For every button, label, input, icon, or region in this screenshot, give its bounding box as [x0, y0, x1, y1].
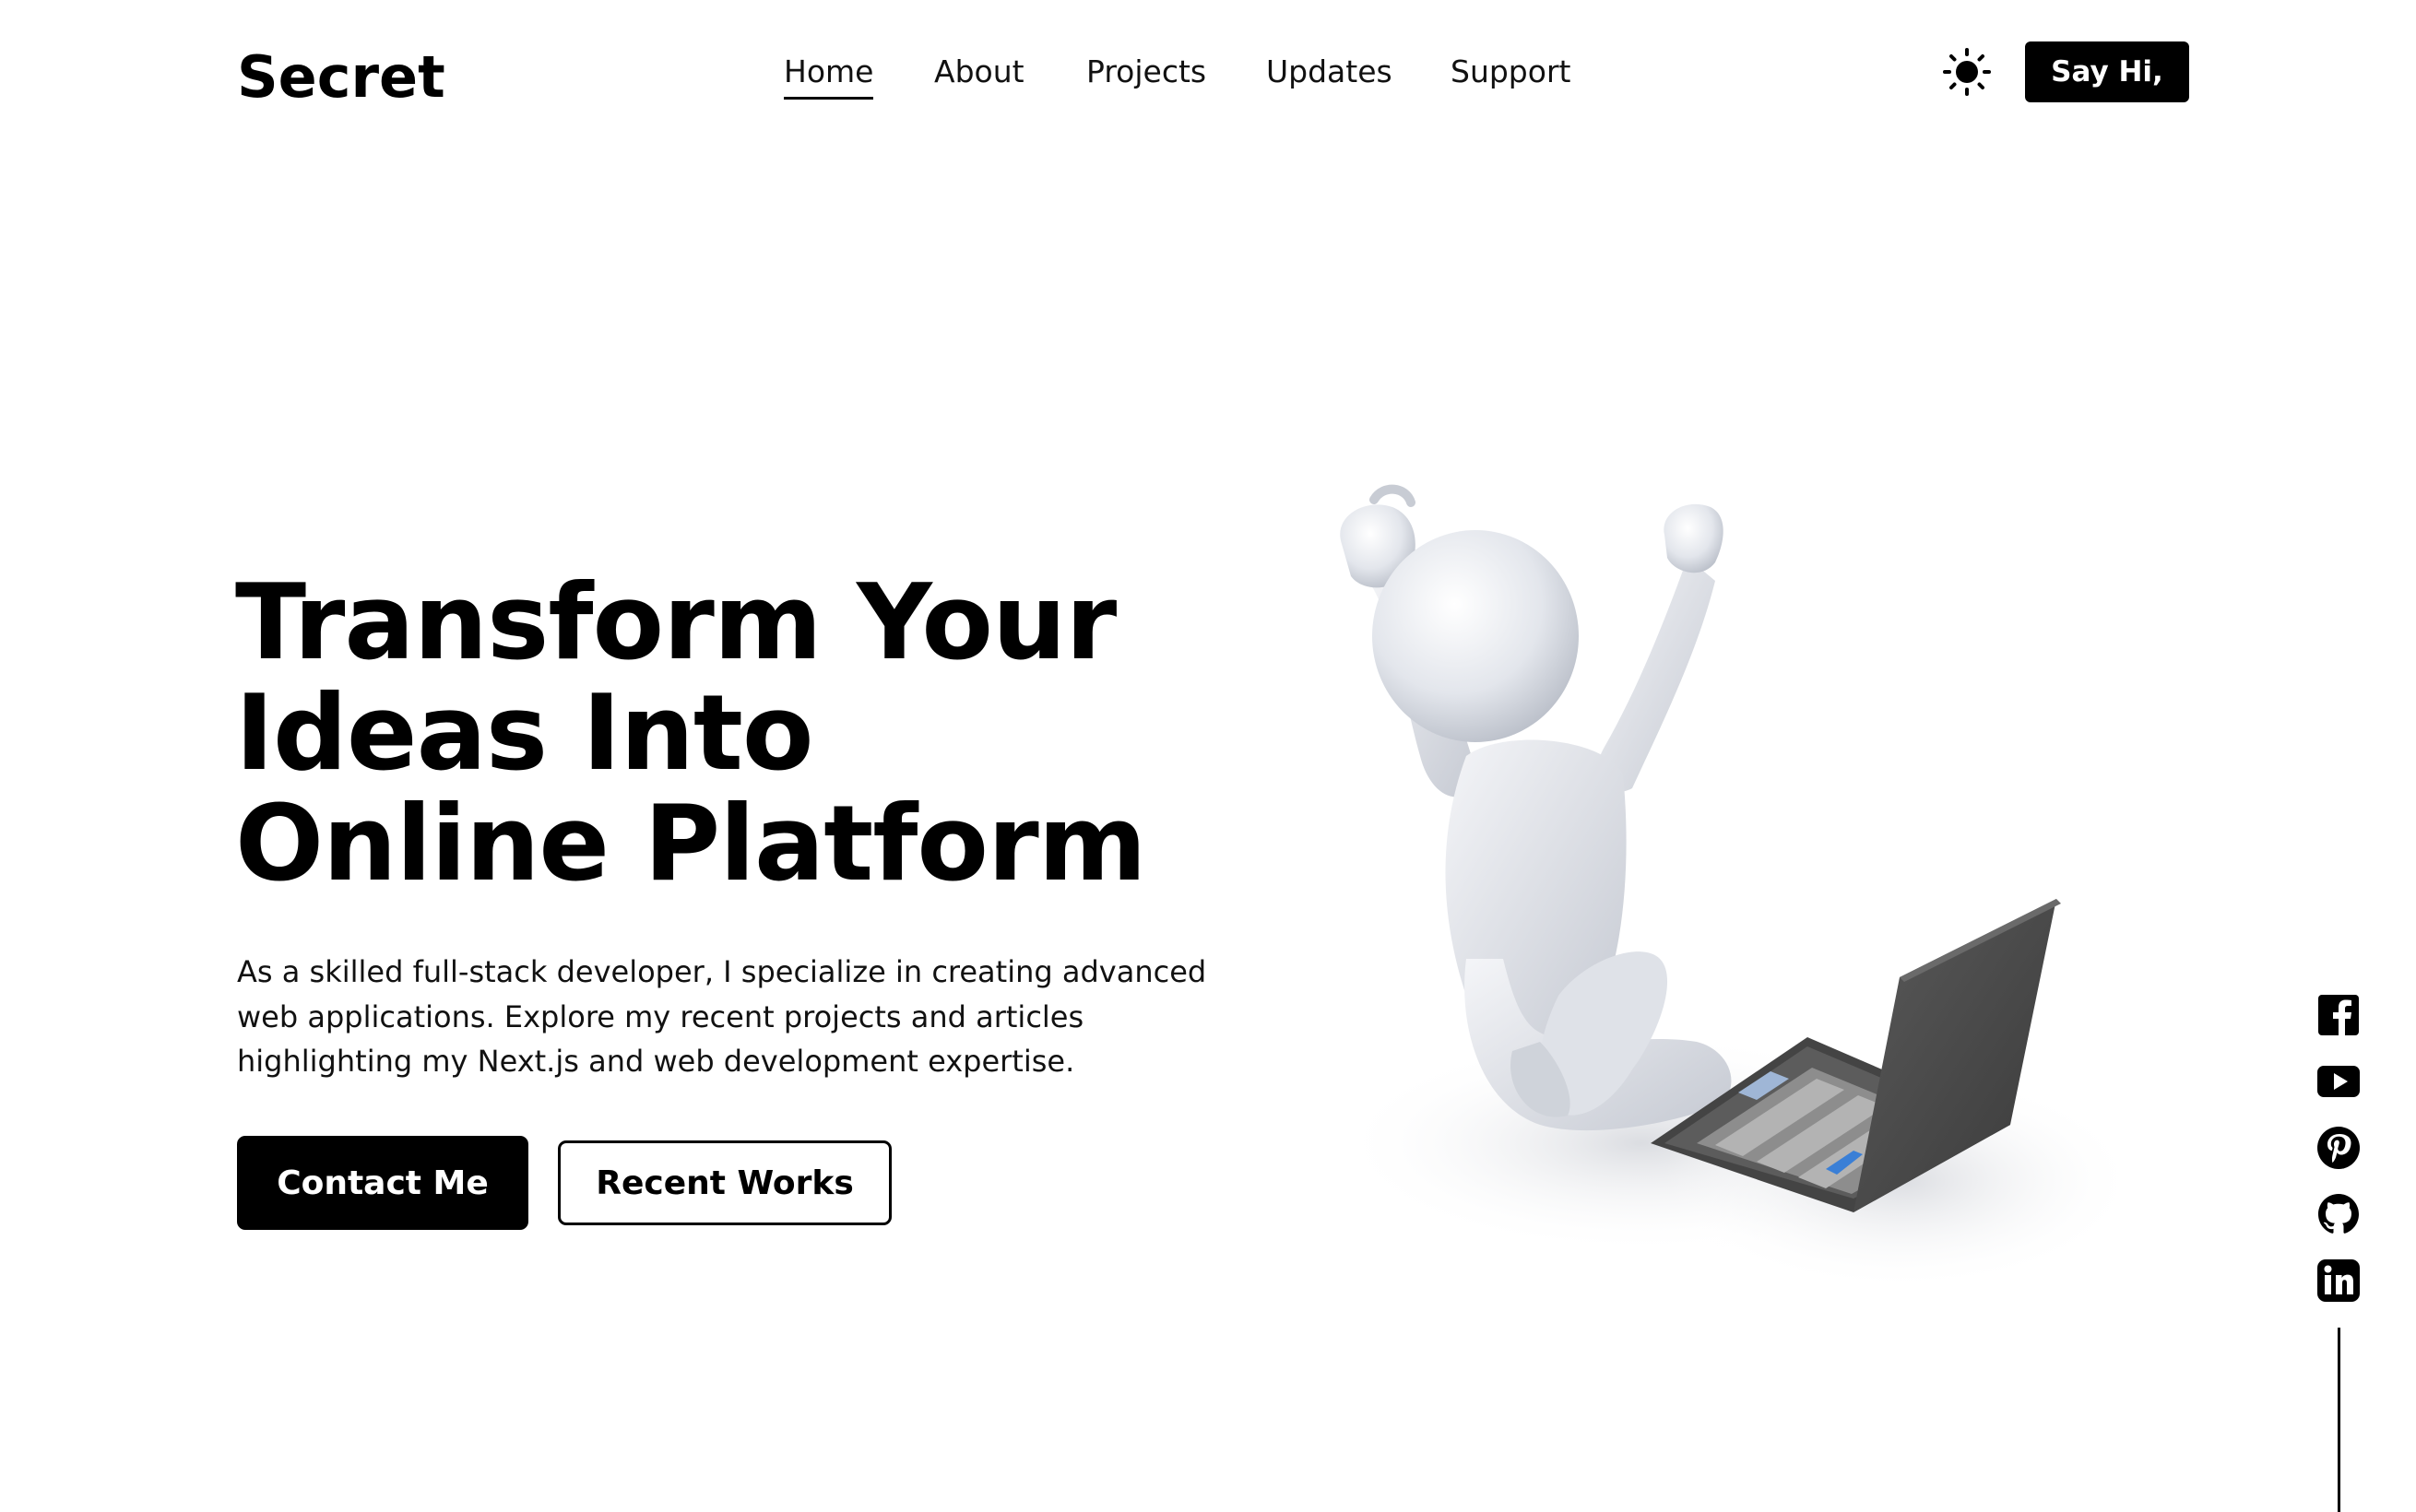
stick-figure-illustration — [1337, 484, 2139, 1291]
hero-description-line: web applications. Explore my recent proj… — [237, 998, 1084, 1034]
nav-item-about[interactable]: About — [934, 46, 1024, 98]
social-rail — [2305, 991, 2372, 1512]
sun-icon — [1943, 48, 1991, 96]
nav-item-home[interactable]: Home — [784, 46, 874, 100]
contact-me-button[interactable]: Contact Me — [237, 1136, 528, 1230]
nav-item-support[interactable]: Support — [1451, 46, 1570, 98]
github-icon[interactable] — [2315, 1190, 2363, 1238]
hero-illustration — [1254, 479, 2139, 1328]
recent-works-button[interactable]: Recent Works — [558, 1140, 892, 1225]
nav-item-projects[interactable]: Projects — [1086, 46, 1206, 98]
hero-title: Transform Your Ideas Into Online Platfor… — [235, 567, 1296, 899]
facebook-icon[interactable] — [2315, 991, 2363, 1039]
hero-title-line: Ideas Into — [235, 672, 814, 794]
hero-title-line: Online Platform — [235, 783, 1147, 904]
hero-description: As a skilled full-stack developer, I spe… — [237, 950, 1279, 1084]
social-rail-line — [2338, 1328, 2340, 1512]
theme-toggle[interactable] — [1942, 47, 1992, 97]
site-header: Secret Home About Projects Updates Suppo… — [0, 0, 2416, 148]
say-hi-button[interactable]: Say Hi, — [2025, 41, 2189, 102]
youtube-icon[interactable] — [2315, 1057, 2363, 1105]
pinterest-icon[interactable] — [2315, 1124, 2363, 1172]
nav-item-updates[interactable]: Updates — [1266, 46, 1392, 98]
hero-title-line: Transform Your — [235, 561, 1117, 683]
site-logo[interactable]: Secret — [237, 39, 445, 116]
hero-description-line: highlighting my Next.js and web developm… — [237, 1044, 1075, 1079]
linkedin-icon[interactable] — [2315, 1257, 2363, 1305]
hero-description-line: As a skilled full-stack developer, I spe… — [237, 954, 1207, 989]
